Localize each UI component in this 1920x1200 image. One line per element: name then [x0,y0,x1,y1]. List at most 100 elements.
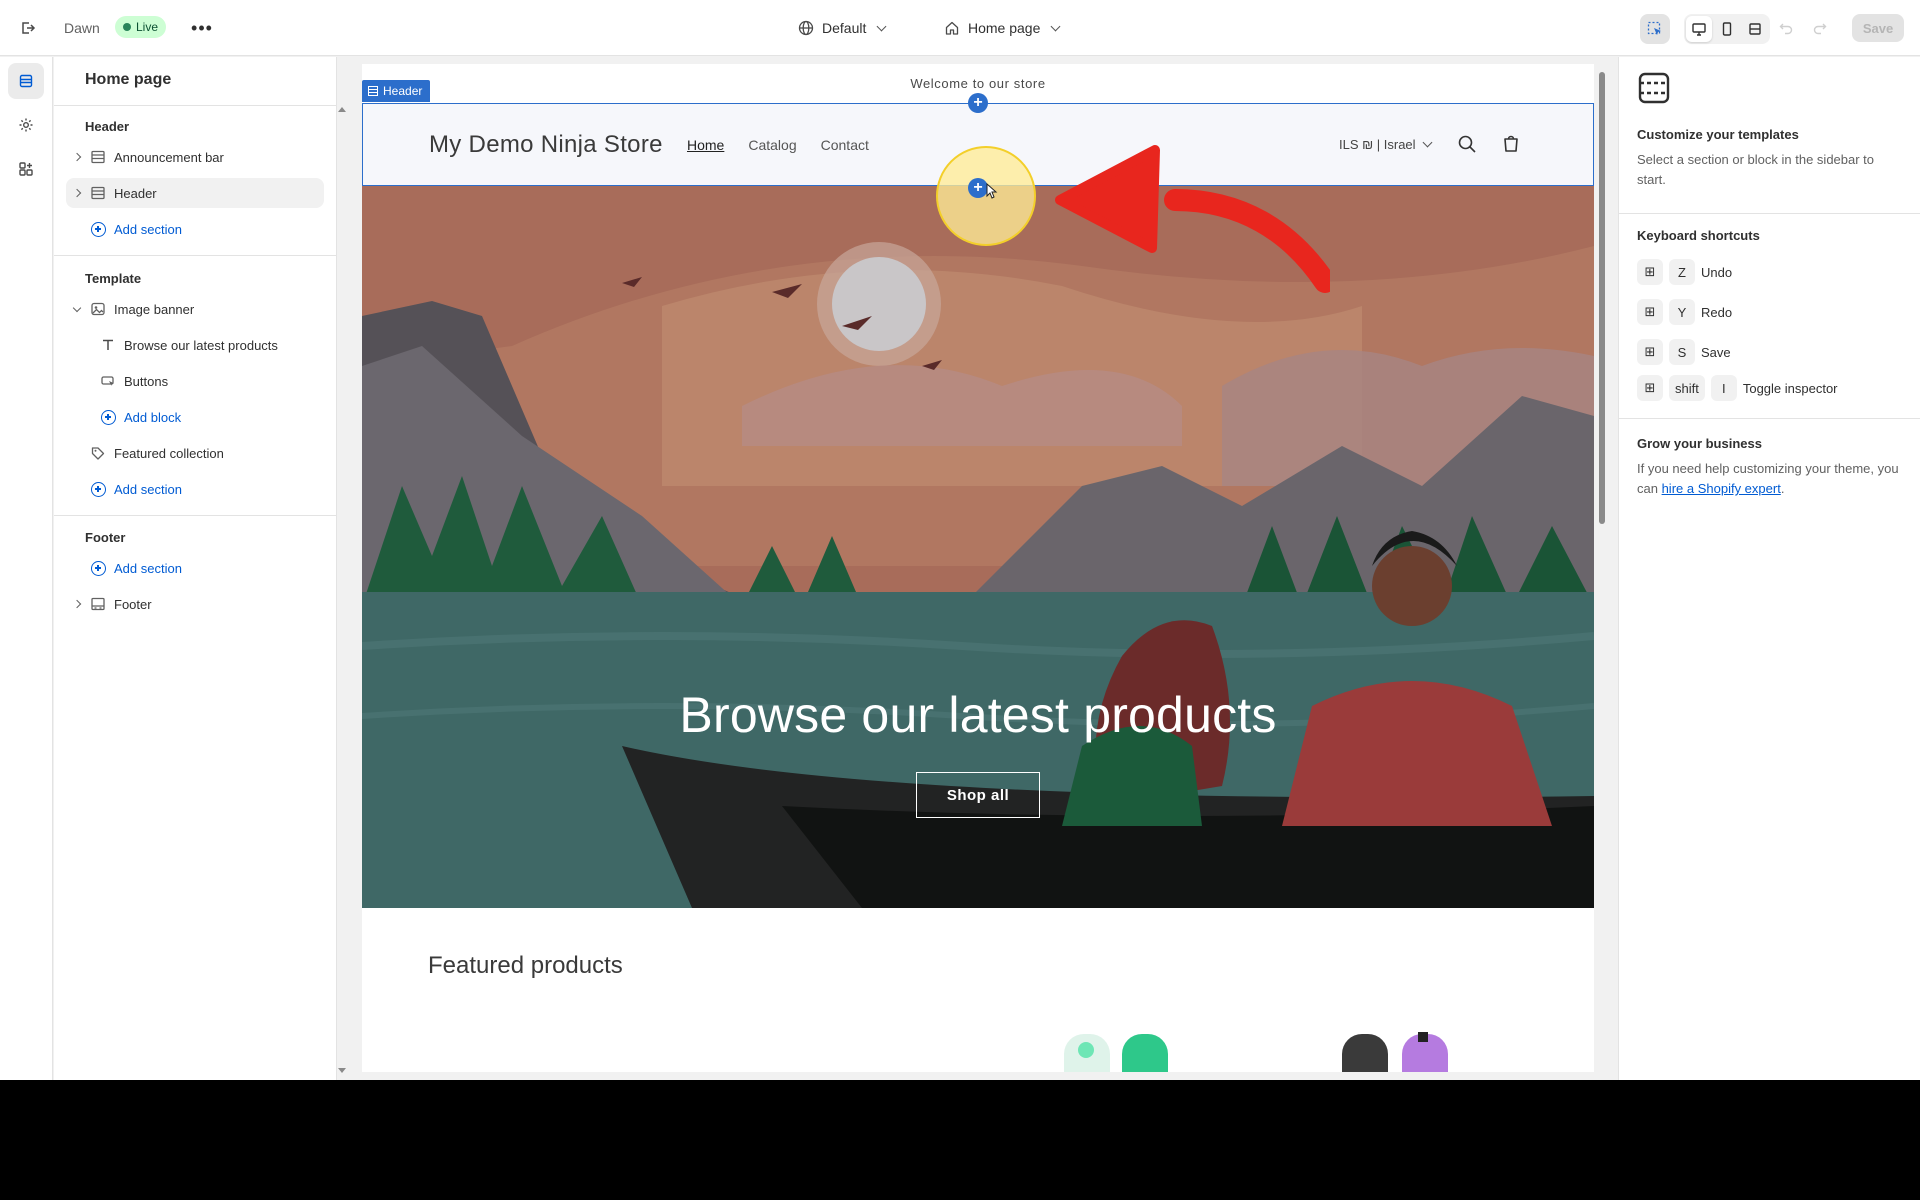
plus-circle-icon [88,558,108,578]
chevron-right-icon [70,188,84,198]
shortcut-toggle-inspector: ⊞ shift I Toggle inspector [1637,375,1838,401]
chevron-right-icon [70,599,84,609]
sidebar-item-announcement-bar[interactable]: Announcement bar [66,142,324,172]
desktop-view-button[interactable] [1686,16,1712,42]
add-block-button[interactable]: Add block [66,402,324,432]
plus-circle-icon [98,407,118,427]
inspector-toggle-button[interactable] [1640,14,1670,44]
ellipsis-icon: ••• [191,17,213,38]
sidebar-item-label: Image banner [114,301,195,317]
grow-text: If you need help customizing your theme,… [1637,459,1903,499]
sections-icon [19,74,33,88]
sidebar-item-featured-collection[interactable]: Featured collection [66,438,324,468]
shortcuts-section: Keyboard shortcuts [1637,228,1903,243]
section-icon [88,147,108,167]
banner-heading[interactable]: Browse our latest products [362,686,1594,744]
store-logo-text[interactable]: My Demo Ninja Store [429,131,663,159]
exit-icon [22,22,36,34]
sidebar-scroll-down-icon[interactable] [338,1068,346,1073]
product-thumbnails [1064,1032,1448,1072]
nav-contact-link[interactable]: Contact [821,137,869,153]
currency-selector[interactable]: ILS ₪ | Israel [1339,137,1433,152]
add-section-label: Add section [114,481,182,497]
shortcut-label: Toggle inspector [1742,380,1838,396]
add-section-template-button[interactable]: Add section [66,474,324,504]
section-icon [368,86,378,96]
grow-section: Grow your business If you need help cust… [1637,436,1903,499]
shortcut-label: Redo [1701,304,1733,320]
main-navigation: Home Catalog Contact [687,137,869,153]
shop-all-button[interactable]: Shop all [916,772,1040,818]
command-key-icon: ⊞ [1637,259,1663,285]
add-section-label: Add section [114,560,182,576]
add-section-plus-icon[interactable]: + [968,93,988,113]
live-dot-icon [123,23,131,31]
exit-button[interactable] [14,0,42,56]
add-section-plus-icon[interactable]: + [968,178,988,198]
live-label: Live [136,20,159,34]
shortcuts-title: Keyboard shortcuts [1637,228,1760,243]
globe-icon [798,20,814,36]
mobile-view-button[interactable] [1714,16,1740,42]
shortcut-key: I [1710,375,1737,401]
live-badge: Live [115,16,167,38]
mobile-icon [1722,22,1732,36]
tag-icon [88,443,108,463]
header-group-label: Header [85,119,130,134]
shortcut-key: S [1669,339,1695,365]
apps-rail-button[interactable] [8,151,44,187]
sections-rail-button[interactable] [8,63,44,99]
redo-button[interactable] [1808,16,1832,40]
page-dropdown[interactable]: Home page [944,0,1061,56]
image-banner-section[interactable]: Browse our latest products Shop all [362,186,1594,908]
theme-settings-rail-button[interactable] [8,107,44,143]
undo-icon [1779,23,1793,35]
plus-circle-icon [88,479,108,499]
sidebar-scroll-up-icon[interactable] [338,107,346,112]
save-button[interactable]: Save [1852,14,1904,42]
shortcut-undo: ⊞ Z Undo [1637,259,1732,285]
sidebar-item-header[interactable]: Header [66,178,324,208]
page-label: Home page [968,20,1041,36]
sidebar-title: Home page [85,71,172,88]
section-icon [88,183,108,203]
text-icon [98,335,118,355]
chevron-down-icon [1050,21,1061,31]
shortcut-save: ⊞ S Save [1637,339,1731,365]
template-icon [1637,71,1671,110]
sidebar-item-image-banner[interactable]: Image banner [66,294,324,324]
scroll-thumb[interactable] [1599,72,1605,524]
chevron-down-icon [70,303,84,312]
footer-group-label: Footer [85,530,126,545]
chevron-down-icon [876,21,887,31]
market-dropdown[interactable]: Default [798,0,887,56]
header-tag-label: Header [383,84,423,98]
sidebar-item-label: Featured collection [114,445,224,461]
sidebar-block-buttons[interactable]: Buttons [66,366,324,396]
fullscreen-view-button[interactable] [1742,16,1768,42]
search-icon[interactable] [1455,132,1479,156]
undo-button[interactable] [1774,16,1798,40]
featured-products-heading[interactable]: Featured products [428,952,623,980]
add-block-label: Add block [124,409,182,425]
help-panel: Customize your templates Select a sectio… [1618,57,1920,1080]
shortcut-key: Z [1669,259,1695,285]
more-actions-button[interactable]: ••• [190,0,214,56]
hire-expert-link[interactable]: hire a Shopify expert [1662,481,1781,496]
sidebar-block-heading[interactable]: Browse our latest products [66,330,324,360]
template-group-label: Template [85,271,142,286]
nav-home-link[interactable]: Home [687,137,724,153]
cursor-select-icon [1647,21,1661,35]
viewport-switcher [1684,14,1770,44]
theme-name: Dawn [64,20,100,36]
sidebar-item-label: Header [114,185,157,201]
add-section-footer-button[interactable]: Add section [66,553,324,583]
sidebar-item-footer[interactable]: Footer [66,589,324,619]
add-section-header-button[interactable]: Add section [66,214,324,244]
nav-catalog-link[interactable]: Catalog [748,137,796,153]
cart-icon[interactable] [1499,132,1523,156]
sidebar-item-label: Browse our latest products [124,337,278,353]
customize-section: Customize your templates Select a sectio… [1637,127,1903,190]
preview-scrollbar[interactable] [1596,64,1608,1072]
sidebar-item-label: Announcement bar [114,149,224,165]
